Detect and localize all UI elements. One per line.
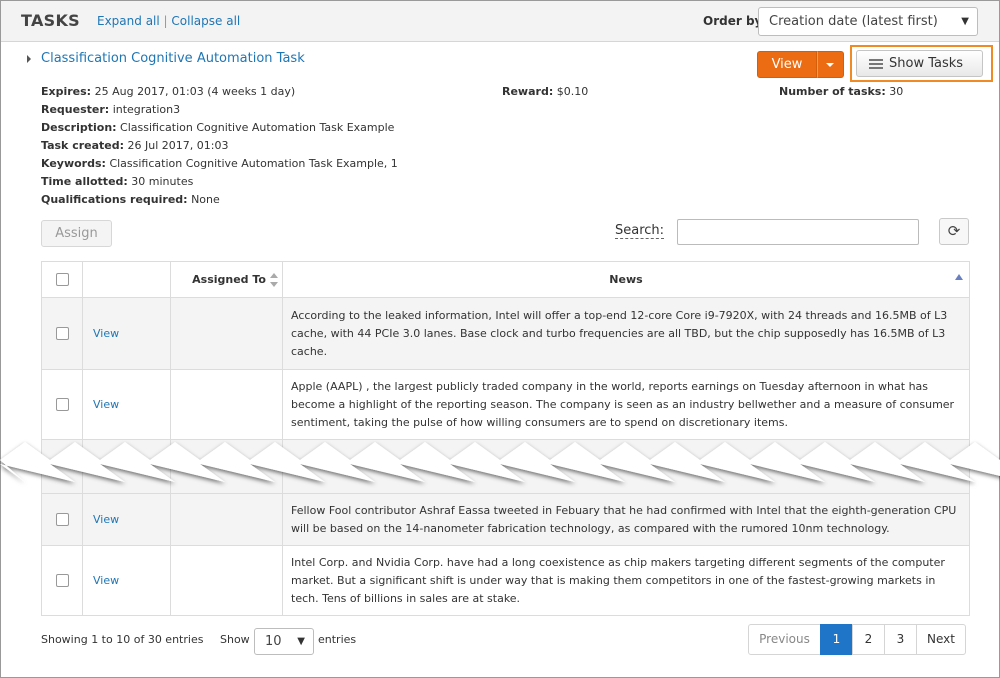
pagination-next[interactable]: Next xyxy=(916,624,966,655)
task-created-value: 26 Jul 2017, 01:03 xyxy=(127,139,229,152)
row-assigned-cell xyxy=(170,493,283,546)
description-value: Classification Cognitive Automation Task… xyxy=(120,121,395,134)
expand-collapse-links: Expand all | Collapse all xyxy=(97,14,240,28)
reward-label: Reward: xyxy=(502,85,554,98)
row-checkbox-cell xyxy=(41,493,83,546)
row-assigned-cell xyxy=(170,545,283,616)
order-by-value: Creation date (latest first) xyxy=(769,14,938,29)
row-news-cell: According to the leaked information, Int… xyxy=(282,297,970,370)
refresh-icon: ⟳ xyxy=(947,222,961,240)
qualifications-label: Qualifications required: xyxy=(41,193,188,206)
number-of-tasks-field: Number of tasks: 30 xyxy=(779,85,903,98)
page-title: TASKS xyxy=(21,11,80,30)
requester-field: Requester: integration3 xyxy=(41,103,180,116)
keywords-label: Keywords: xyxy=(41,157,106,170)
show-label: Show xyxy=(220,633,250,646)
table-row: View According to the leaked information… xyxy=(41,297,970,370)
table-header-row: Assigned To News xyxy=(41,261,970,298)
time-allotted-label: Time allotted: xyxy=(41,175,128,188)
sort-icon xyxy=(270,272,278,287)
row-view-link[interactable]: View xyxy=(93,513,119,526)
keywords-field: Keywords: Classification Cognitive Autom… xyxy=(41,157,398,170)
sort-ascending-icon xyxy=(955,274,963,280)
row-assigned-cell xyxy=(170,369,283,440)
select-all-checkbox[interactable] xyxy=(55,273,69,287)
requester-value: integration3 xyxy=(112,103,181,116)
row-checkbox-cell xyxy=(41,545,83,616)
view-column-header xyxy=(82,261,171,298)
entries-label: entries xyxy=(318,633,357,646)
qualifications-field: Qualifications required: None xyxy=(41,193,220,206)
table-row: View Intel Corp. and Nvidia Corp. have h… xyxy=(41,545,970,616)
pagination-page-3[interactable]: 3 xyxy=(884,624,917,655)
expires-label: Expires: xyxy=(41,85,92,98)
entries-info: Showing 1 to 10 of 30 entries xyxy=(41,633,204,646)
view-dropdown-toggle[interactable] xyxy=(817,51,844,78)
collapse-all-link[interactable]: Collapse all xyxy=(171,14,240,28)
row-news-cell: Apple (AAPL) , the largest publicly trad… xyxy=(282,369,970,440)
link-separator: | xyxy=(163,14,168,28)
qualifications-value: None xyxy=(191,193,220,206)
chevron-down-icon: ▼ xyxy=(961,16,969,27)
row-news-cell: Fellow Fool contributor Ashraf Eassa twe… xyxy=(282,493,970,546)
table-row: View Fellow Fool contributor Ashraf Eass… xyxy=(41,493,970,546)
row-view-cell: View xyxy=(82,545,171,616)
pagination-page-2[interactable]: 2 xyxy=(852,624,885,655)
row-view-cell: View xyxy=(82,297,171,370)
row-view-cell: View xyxy=(82,493,171,546)
list-icon xyxy=(869,59,883,69)
expand-triangle-icon[interactable] xyxy=(27,55,31,63)
expires-field: Expires: 25 Aug 2017, 01:03 (4 weeks 1 d… xyxy=(41,85,295,98)
refresh-button[interactable]: ⟳ xyxy=(939,218,969,245)
show-tasks-label: Show Tasks xyxy=(889,56,964,71)
torn-edge-divider xyxy=(0,442,1000,482)
pagination: Previous 1 2 3 Next xyxy=(748,624,966,655)
assigned-to-header[interactable]: Assigned To xyxy=(170,261,283,298)
order-by-select[interactable]: Creation date (latest first) ▼ xyxy=(758,7,978,36)
row-assigned-cell xyxy=(170,297,283,370)
entries-per-page-select[interactable]: 10 ▼ xyxy=(254,628,314,655)
time-allotted-field: Time allotted: 30 minutes xyxy=(41,175,193,188)
reward-field: Reward: $0.10 xyxy=(502,85,588,98)
pagination-page-1[interactable]: 1 xyxy=(820,624,853,655)
row-checkbox[interactable] xyxy=(55,327,69,341)
row-view-link[interactable]: View xyxy=(93,574,119,587)
assign-button[interactable]: Assign xyxy=(41,220,112,247)
number-of-tasks-label: Number of tasks: xyxy=(779,85,886,98)
view-button[interactable]: View xyxy=(757,51,817,78)
description-field: Description: Classification Cognitive Au… xyxy=(41,121,394,134)
row-checkbox[interactable] xyxy=(55,398,69,412)
row-checkbox-cell xyxy=(41,297,83,370)
row-news-cell: Intel Corp. and Nvidia Corp. have had a … xyxy=(282,545,970,616)
task-created-field: Task created: 26 Jul 2017, 01:03 xyxy=(41,139,228,152)
search-label: Search: xyxy=(615,223,665,239)
row-view-cell: View xyxy=(82,369,171,440)
expires-value: 25 Aug 2017, 01:03 (4 weeks 1 day) xyxy=(94,85,296,98)
task-title-link[interactable]: Classification Cognitive Automation Task xyxy=(41,51,305,66)
keywords-value: Classification Cognitive Automation Task… xyxy=(109,157,398,170)
description-label: Description: xyxy=(41,121,117,134)
requester-label: Requester: xyxy=(41,103,110,116)
chevron-down-icon: ▼ xyxy=(297,636,305,647)
assigned-to-header-label: Assigned To xyxy=(192,272,266,286)
search-input[interactable] xyxy=(677,219,919,245)
row-view-link[interactable]: View xyxy=(93,327,119,340)
time-allotted-value: 30 minutes xyxy=(131,175,194,188)
entries-per-page-value: 10 xyxy=(265,634,282,649)
news-header-label: News xyxy=(609,273,643,286)
pagination-previous[interactable]: Previous xyxy=(748,624,821,655)
select-all-header xyxy=(41,261,83,298)
show-tasks-button[interactable]: Show Tasks xyxy=(856,50,983,77)
table-row: View Apple (AAPL) , the largest publicly… xyxy=(41,369,970,440)
task-created-label: Task created: xyxy=(41,139,125,152)
reward-value: $0.10 xyxy=(556,85,589,98)
number-of-tasks-value: 30 xyxy=(889,85,904,98)
row-checkbox[interactable] xyxy=(55,574,69,588)
row-checkbox[interactable] xyxy=(55,513,69,527)
news-header[interactable]: News xyxy=(282,261,970,298)
expand-all-link[interactable]: Expand all xyxy=(97,14,160,28)
row-view-link[interactable]: View xyxy=(93,398,119,411)
row-checkbox-cell xyxy=(41,369,83,440)
